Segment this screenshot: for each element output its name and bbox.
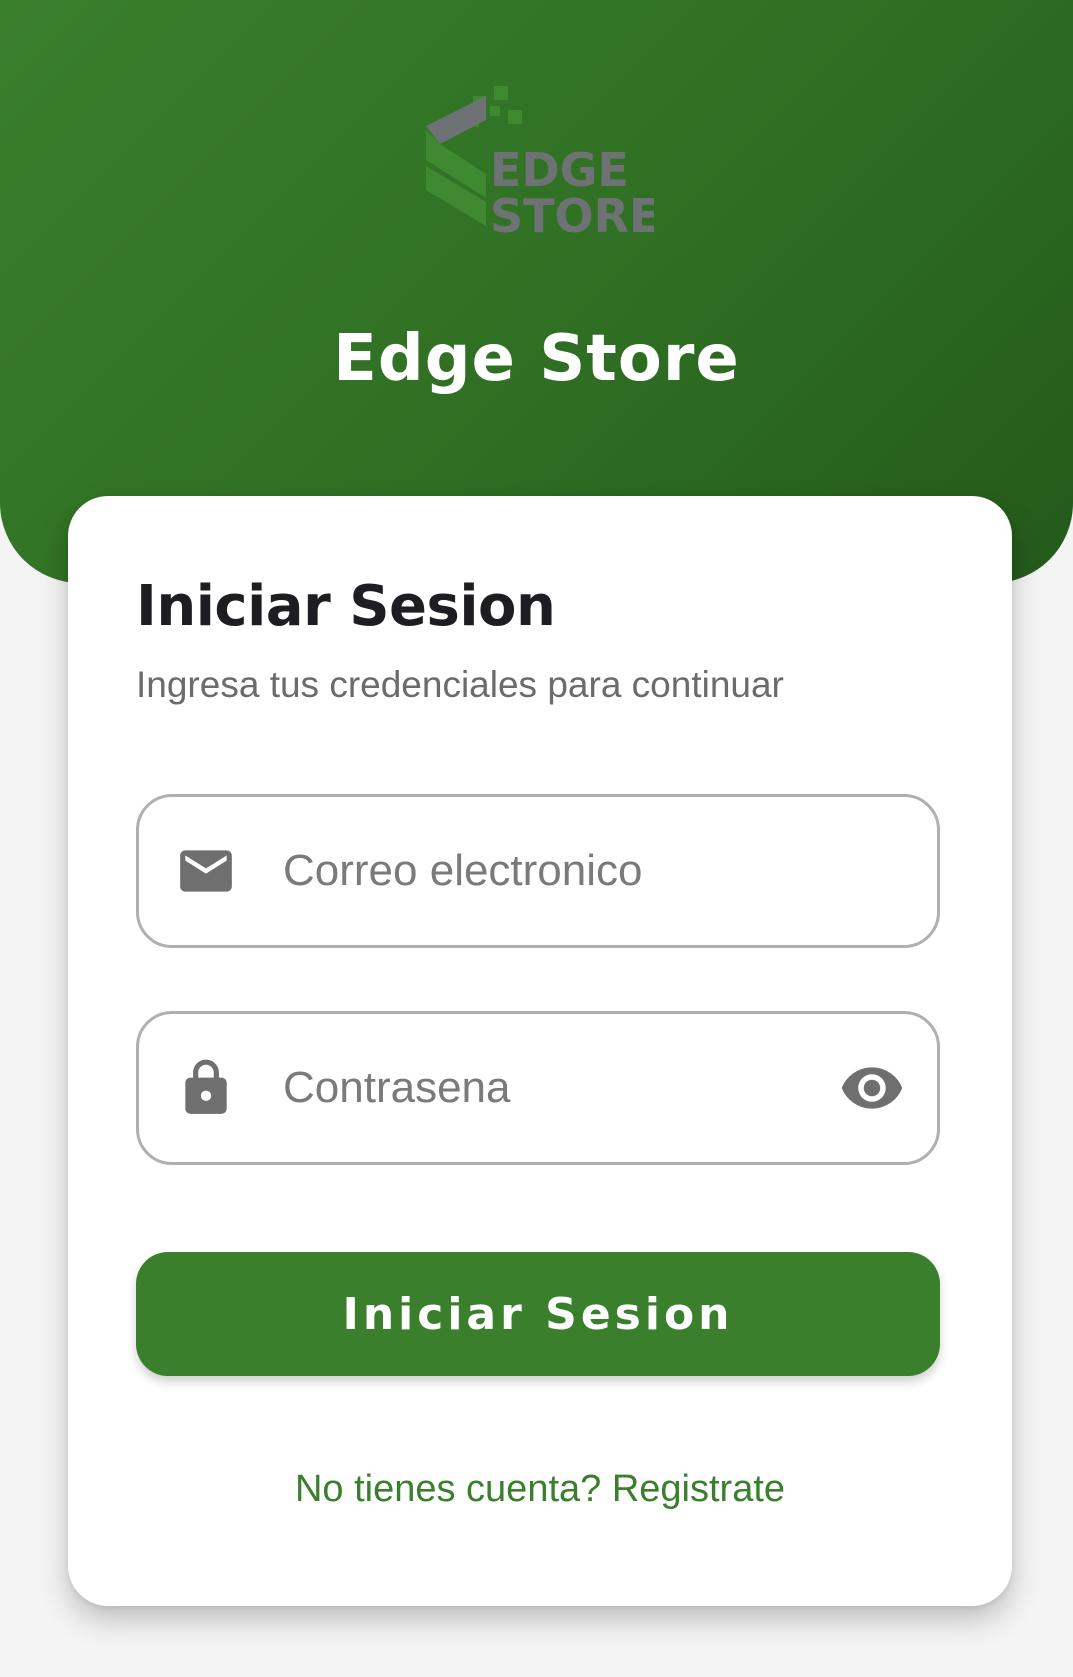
mail-icon xyxy=(180,850,232,892)
login-screen: EDGE STORE Edge Store Iniciar Sesion Ing… xyxy=(0,0,1073,1677)
login-button[interactable]: Iniciar Sesion xyxy=(136,1252,940,1376)
edge-store-logo: EDGE STORE xyxy=(426,86,654,238)
svg-text:STORE: STORE xyxy=(490,189,654,238)
app-title: Edge Store xyxy=(333,322,740,396)
lock-icon xyxy=(185,1059,227,1114)
password-field[interactable] xyxy=(136,1011,940,1165)
email-field[interactable] xyxy=(136,794,940,948)
password-input[interactable] xyxy=(283,1014,803,1162)
login-card: Iniciar Sesion Ingresa tus credenciales … xyxy=(68,496,1012,1606)
eye-icon[interactable] xyxy=(839,1055,905,1121)
login-subtitle: Ingresa tus credenciales para continuar xyxy=(136,664,784,705)
register-link[interactable]: No tienes cuenta? Registrate xyxy=(68,1468,1012,1511)
email-input[interactable] xyxy=(283,797,803,945)
login-title: Iniciar Sesion xyxy=(136,574,556,639)
